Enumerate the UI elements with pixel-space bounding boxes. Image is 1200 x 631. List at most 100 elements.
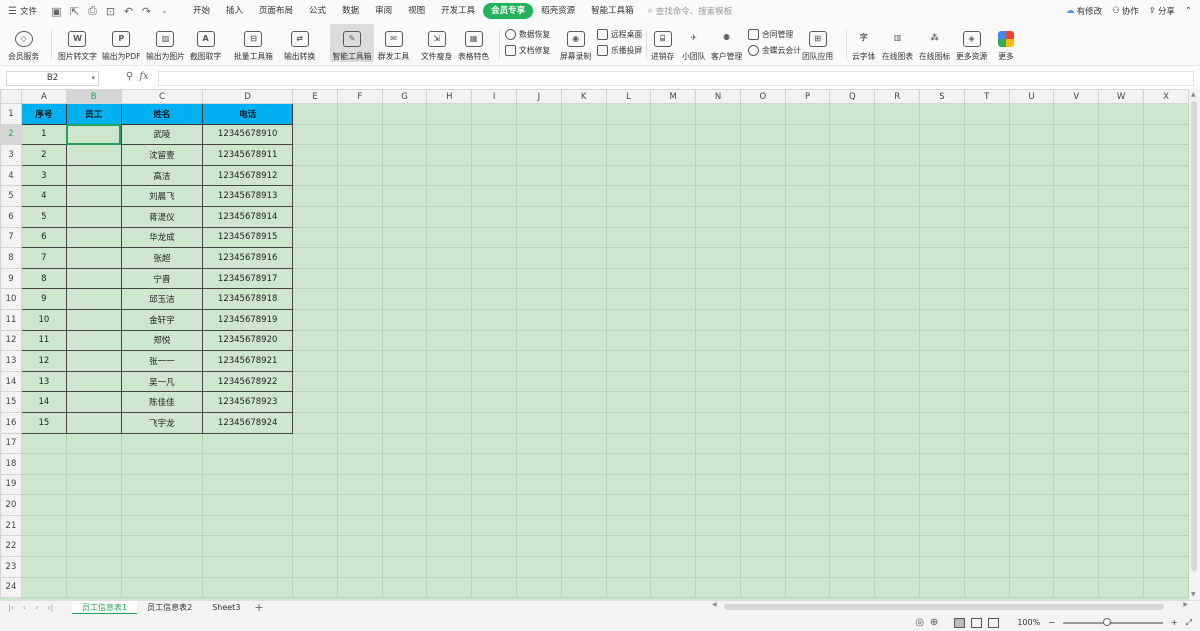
cell-Q8[interactable]	[829, 247, 876, 269]
cell-C11[interactable]: 金轩宇	[120, 308, 204, 331]
cell-M7[interactable]	[650, 226, 697, 249]
cell-S20[interactable]	[919, 494, 965, 516]
cell-P14[interactable]	[784, 370, 831, 393]
cell-F17[interactable]	[336, 432, 383, 455]
cell-C20[interactable]	[120, 494, 204, 516]
next-sheet-icon[interactable]: ›	[35, 603, 38, 612]
cell-E15[interactable]	[292, 391, 338, 413]
cell-A17[interactable]	[20, 432, 67, 455]
cell-W21[interactable]	[1098, 514, 1144, 537]
cell-E19[interactable]	[292, 473, 338, 496]
cell-M1[interactable]	[650, 103, 697, 125]
prev-sheet-icon[interactable]: ‹	[23, 603, 26, 612]
cell-E3[interactable]	[292, 144, 338, 166]
cell-H17[interactable]	[426, 432, 473, 455]
cell-V5[interactable]	[1053, 185, 1100, 207]
cell-V22[interactable]	[1053, 535, 1100, 558]
cell-R20[interactable]	[874, 494, 921, 516]
cell-C6[interactable]: 蒋湜仪	[120, 205, 204, 228]
column-header[interactable]: M	[650, 89, 697, 104]
cell-D7[interactable]: 12345678915	[202, 226, 294, 249]
cell-X23[interactable]	[1142, 556, 1189, 578]
mass-send-button[interactable]: ✉ 群发工具	[378, 24, 409, 62]
cell-X8[interactable]	[1142, 247, 1189, 269]
cell-J4[interactable]	[516, 164, 562, 187]
cell-K11[interactable]	[560, 308, 607, 331]
cell-H6[interactable]	[426, 205, 473, 228]
cell-Q10[interactable]	[829, 288, 876, 310]
cell-X4[interactable]	[1142, 164, 1189, 187]
cell-R5[interactable]	[874, 185, 921, 207]
cell-U11[interactable]	[1008, 308, 1055, 331]
tab-8[interactable]: 会员专享	[483, 3, 534, 19]
cell-S24[interactable]	[919, 576, 965, 599]
cell-I3[interactable]	[471, 144, 517, 166]
ribbon-collapse-icon[interactable]: ⌃	[1185, 6, 1192, 16]
cell-W13[interactable]	[1098, 350, 1144, 372]
smart-toolbox-button[interactable]: ✎ 智能工具箱	[330, 24, 374, 62]
cell-W6[interactable]	[1098, 205, 1144, 228]
cell-F2[interactable]	[336, 123, 383, 146]
cell-U16[interactable]	[1008, 411, 1055, 434]
tab-7[interactable]: 开发工具	[433, 3, 483, 19]
cell-G18[interactable]	[381, 453, 428, 475]
row-header[interactable]: 12	[0, 329, 22, 352]
cell-V7[interactable]	[1053, 226, 1100, 249]
cell-A13[interactable]: 12	[20, 350, 67, 372]
cell-U24[interactable]	[1008, 576, 1055, 599]
cell-D16[interactable]: 12345678924	[202, 411, 294, 434]
cell-M14[interactable]	[650, 370, 697, 393]
cell-E9[interactable]	[292, 267, 338, 290]
cell-I19[interactable]	[471, 473, 517, 496]
cell-B12[interactable]	[65, 329, 122, 352]
doc-repair-button[interactable]: 文档修复	[505, 43, 550, 57]
cell-R16[interactable]	[874, 411, 921, 434]
cell-G13[interactable]	[381, 350, 428, 372]
cell-C2[interactable]: 武陵	[120, 123, 204, 146]
zoom-formula-icon[interactable]: ⚲	[126, 71, 133, 82]
cell-X21[interactable]	[1142, 514, 1189, 537]
cell-F23[interactable]	[336, 556, 383, 578]
cell-S6[interactable]	[919, 205, 965, 228]
cell-I12[interactable]	[471, 329, 517, 352]
cell-D9[interactable]: 12345678917	[202, 267, 294, 290]
cell-L15[interactable]	[605, 391, 652, 413]
cell-T11[interactable]	[963, 308, 1010, 331]
cell-X11[interactable]	[1142, 308, 1189, 331]
cell-L12[interactable]	[605, 329, 652, 352]
cell-O24[interactable]	[739, 576, 786, 599]
column-header[interactable]: P	[784, 89, 831, 104]
cell-F8[interactable]	[336, 247, 383, 269]
row-header[interactable]: 4	[0, 164, 22, 187]
cell-M15[interactable]	[650, 391, 697, 413]
scroll-up-icon[interactable]: ▲	[1191, 91, 1196, 98]
column-header[interactable]: A	[20, 89, 67, 104]
column-header[interactable]: L	[605, 89, 652, 104]
cell-R7[interactable]	[874, 226, 921, 249]
cell-N13[interactable]	[695, 350, 741, 372]
cell-X12[interactable]	[1142, 329, 1189, 352]
unsaved-indicator[interactable]: ☁ 有修改	[1066, 5, 1102, 17]
tab-2[interactable]: 页面布局	[251, 3, 301, 19]
cell-P5[interactable]	[784, 185, 831, 207]
cell-P10[interactable]	[784, 288, 831, 310]
cell-L14[interactable]	[605, 370, 652, 393]
cell-G11[interactable]	[381, 308, 428, 331]
cell-Q1[interactable]	[829, 103, 876, 125]
cell-U20[interactable]	[1008, 494, 1055, 516]
cell-D23[interactable]	[202, 556, 294, 578]
cell-J1[interactable]	[516, 103, 562, 125]
cell-I20[interactable]	[471, 494, 517, 516]
column-header[interactable]: V	[1053, 89, 1100, 104]
cell-F14[interactable]	[336, 370, 383, 393]
cell-G6[interactable]	[381, 205, 428, 228]
undo-icon[interactable]: ↶	[122, 5, 135, 18]
cell-F5[interactable]	[336, 185, 383, 207]
cell-J5[interactable]	[516, 185, 562, 207]
cell-L16[interactable]	[605, 411, 652, 434]
cell-X18[interactable]	[1142, 453, 1189, 475]
cell-A8[interactable]: 7	[20, 247, 67, 269]
cell-B24[interactable]	[65, 576, 122, 599]
cell-U18[interactable]	[1008, 453, 1055, 475]
cell-H14[interactable]	[426, 370, 473, 393]
